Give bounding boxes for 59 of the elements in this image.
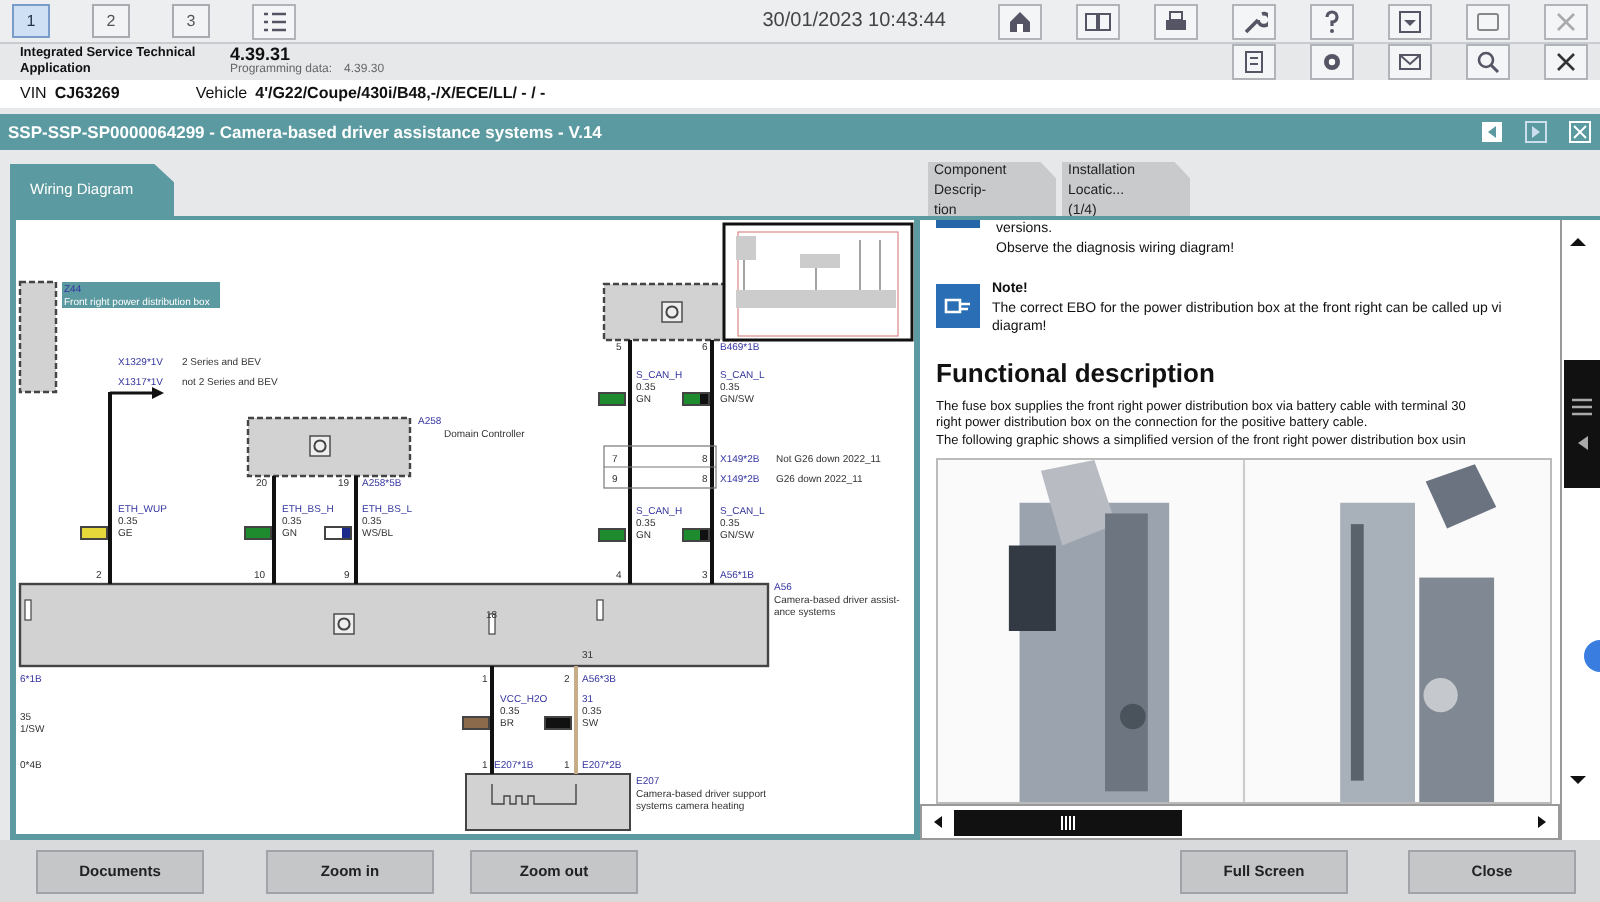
download-button[interactable] — [1388, 3, 1432, 39]
arrow — [110, 387, 164, 399]
date-time: 30/01/2023 10:43:44 — [762, 8, 946, 36]
scrollbar-thumb[interactable] — [954, 809, 1182, 835]
caret-icon[interactable] — [1577, 436, 1587, 450]
wire — [354, 476, 358, 584]
help-button[interactable] — [1310, 3, 1354, 39]
close-icon — [1552, 7, 1580, 35]
download-icon — [1396, 7, 1424, 35]
window-icon — [1474, 7, 1502, 35]
section-heading: Functional description — [936, 357, 1217, 389]
vehicle-label: Vehicle — [195, 82, 248, 106]
heating-element-icon — [491, 783, 577, 805]
search-button[interactable] — [1466, 44, 1510, 80]
resistor-icon — [488, 613, 496, 635]
wrench-button[interactable] — [1232, 3, 1276, 39]
home-button[interactable] — [998, 3, 1042, 39]
vin-label: VIN — [20, 82, 47, 106]
wire — [272, 476, 276, 584]
number-tab[interactable]: 2 — [92, 4, 130, 38]
printer-icon — [1162, 7, 1190, 35]
settings-icon — [1318, 48, 1346, 76]
close-icon — [1552, 48, 1580, 76]
window-button[interactable] — [1466, 3, 1510, 39]
wrench-icon — [1240, 7, 1268, 35]
list-button[interactable] — [252, 3, 296, 39]
book-button[interactable] — [1076, 3, 1120, 39]
close-button[interactable] — [1544, 44, 1588, 80]
number-tab[interactable]: 1 — [12, 4, 50, 38]
module-icon — [661, 301, 683, 323]
module-icon — [309, 435, 331, 457]
connector-table — [603, 445, 717, 489]
printer-button[interactable] — [1154, 3, 1198, 39]
vin-value: CJ63269 — [54, 82, 120, 106]
component-box — [18, 280, 58, 394]
info-icon — [936, 220, 980, 228]
resistor-icon — [596, 599, 604, 621]
wire — [574, 666, 578, 774]
home-icon — [1006, 7, 1034, 35]
overview-thumbnail[interactable] — [722, 222, 914, 342]
module-icon — [333, 613, 355, 635]
note-icon — [936, 284, 980, 328]
search-icon — [1474, 48, 1502, 76]
list-icon — [260, 7, 288, 35]
version-number: 4.39.31 — [230, 46, 291, 62]
document-button[interactable] — [1232, 44, 1276, 80]
book-icon — [1084, 7, 1112, 35]
handle-icon[interactable] — [1584, 640, 1600, 672]
mail-button[interactable] — [1388, 44, 1432, 80]
menu-icon[interactable] — [1572, 398, 1592, 416]
document-title: SSP-SSP-SP0000064299 - Camera-based driver assistance systems - V.14 — [8, 119, 602, 145]
vehicle-value: 4'/G22/Coupe/430i/B48,-/X/ECE/LL/ - / - — [255, 82, 546, 106]
number-tab[interactable]: 3 — [172, 4, 210, 38]
wire — [490, 666, 494, 774]
resistor-icon — [24, 599, 32, 621]
document-icon — [1240, 48, 1268, 76]
mail-icon — [1396, 48, 1424, 76]
previous-button[interactable] — [1480, 120, 1504, 144]
settings-button[interactable] — [1310, 44, 1354, 80]
